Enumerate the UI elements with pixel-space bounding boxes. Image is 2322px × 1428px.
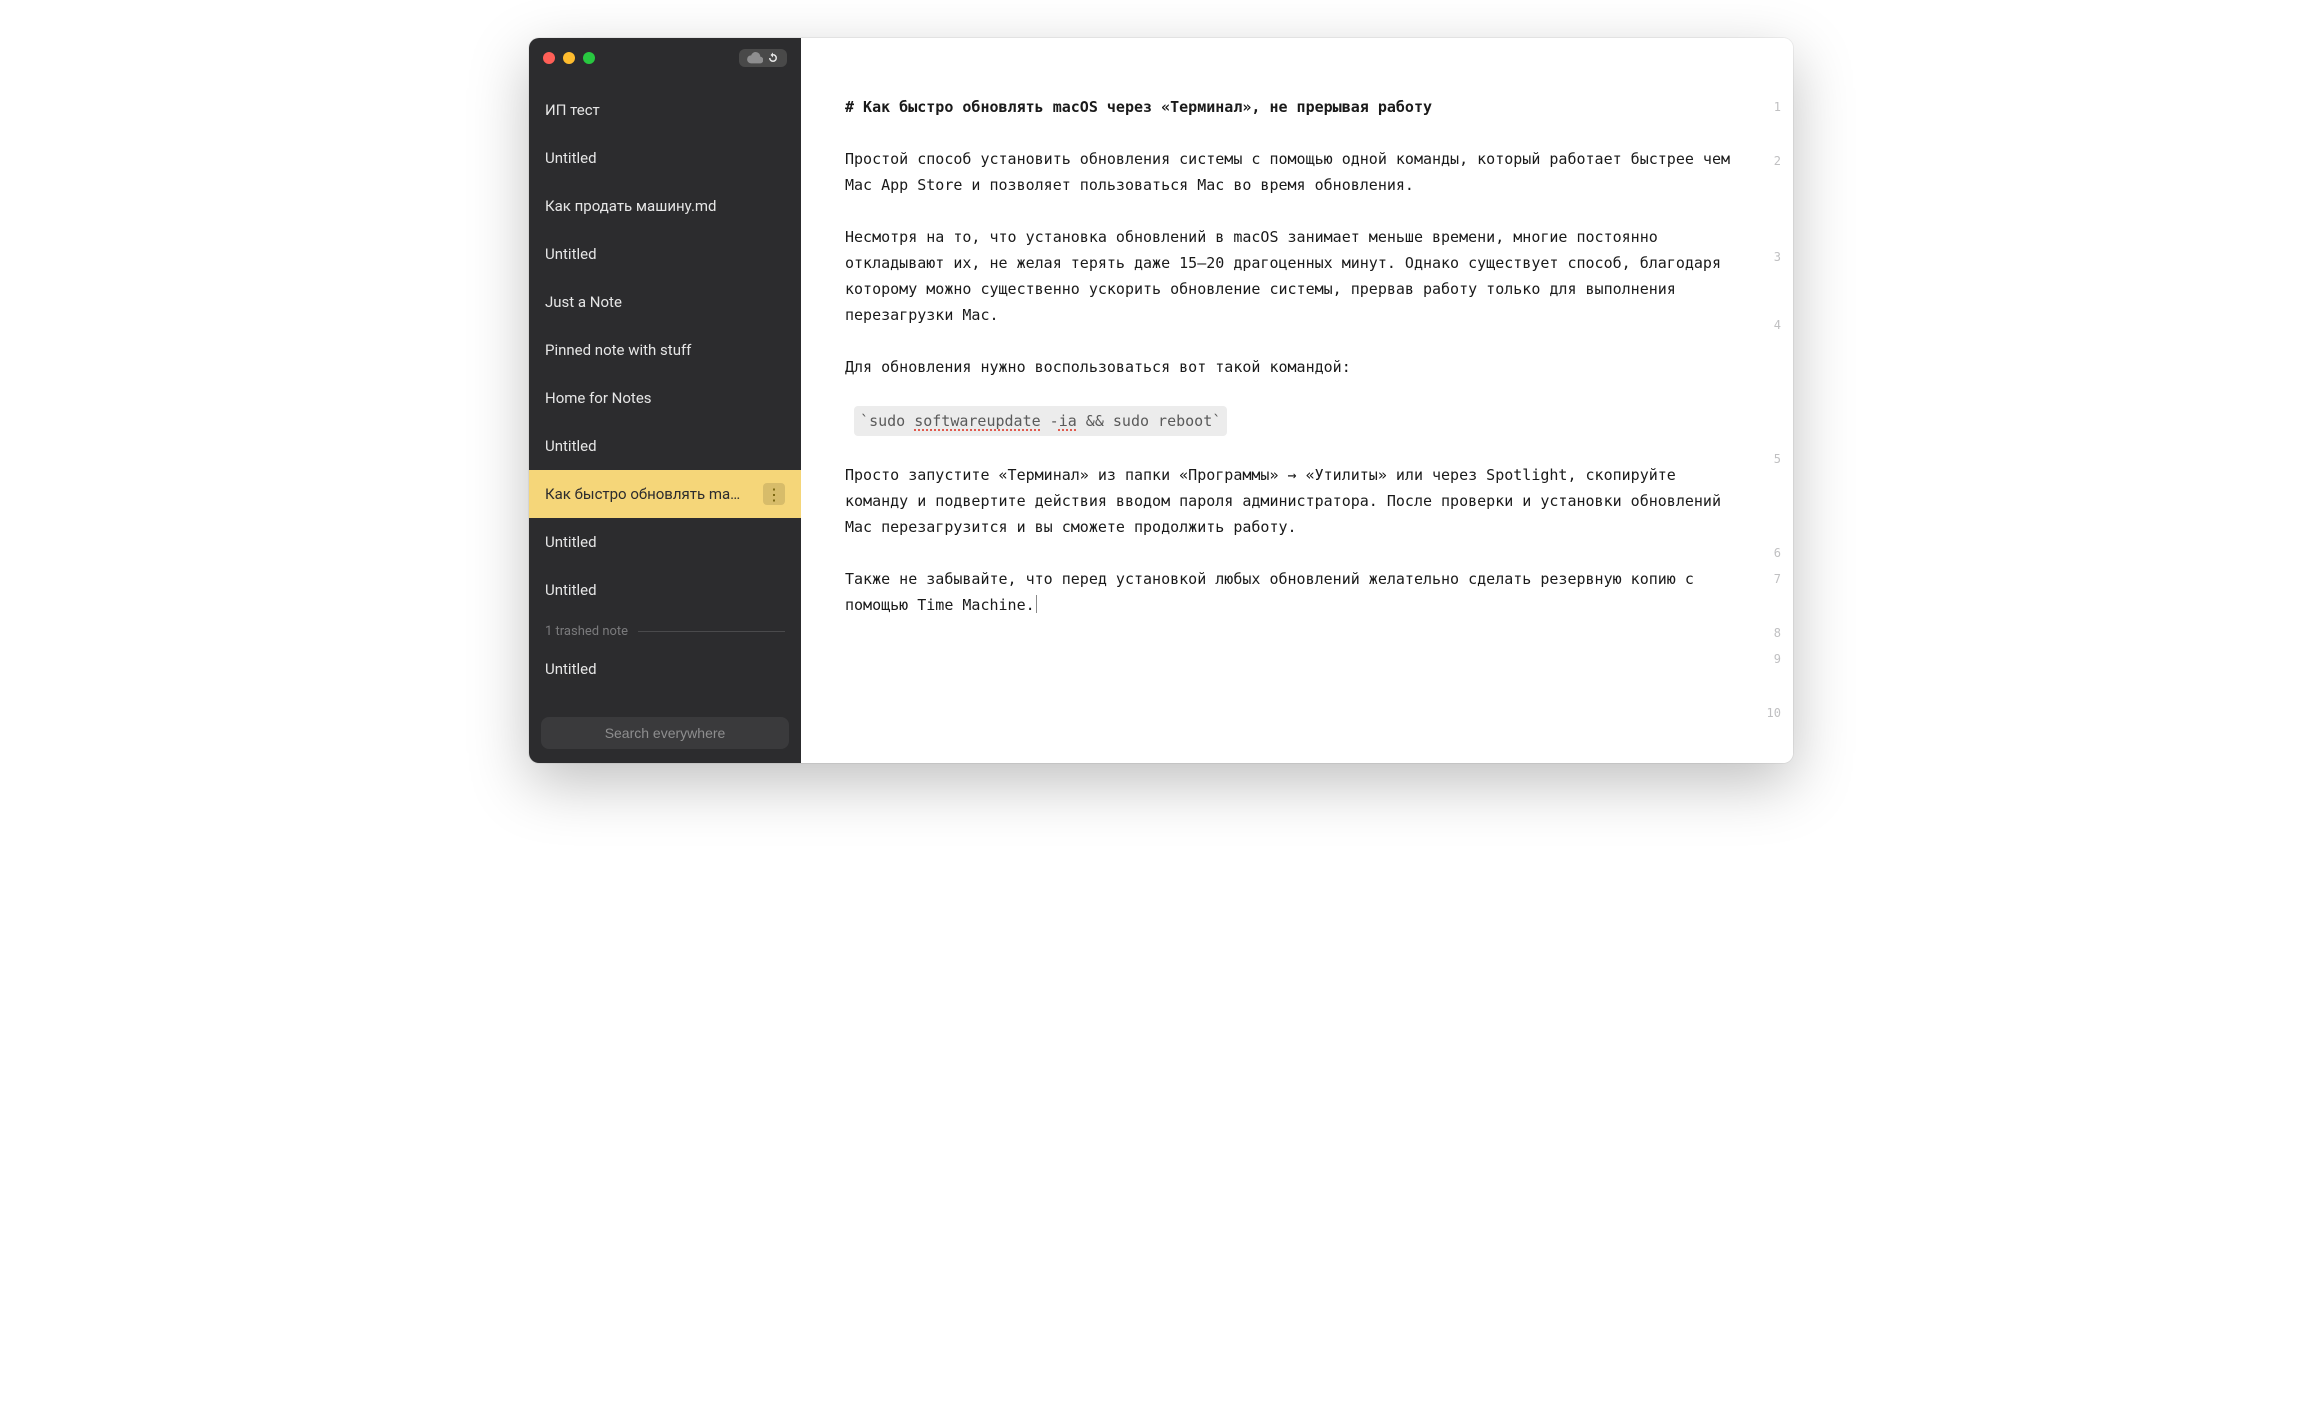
sync-status-button[interactable] <box>739 49 787 67</box>
paragraph[interactable]: Простой способ установить обновления сис… <box>845 146 1731 198</box>
note-item[interactable]: Untitled <box>529 518 801 566</box>
trashed-note-item[interactable]: Untitled <box>529 645 801 693</box>
note-item-title: Untitled <box>545 660 785 678</box>
more-vertical-icon: ⋮ <box>766 485 782 504</box>
trash-separator: 1 trashed note <box>529 614 801 645</box>
note-item-title: Как продать машину.md <box>545 197 785 215</box>
note-item[interactable]: Pinned note with stuff <box>529 326 801 374</box>
close-button[interactable] <box>543 52 555 64</box>
search-input[interactable] <box>541 725 789 741</box>
note-item-title: Untitled <box>545 245 785 263</box>
maximize-button[interactable] <box>583 52 595 64</box>
note-item[interactable]: Just a Note <box>529 278 801 326</box>
note-item-title: Untitled <box>545 149 785 167</box>
paragraph[interactable]: Также не забывайте, что перед установкой… <box>845 566 1731 618</box>
note-item-more-button[interactable]: ⋮ <box>763 483 785 505</box>
note-item-title: Home for Notes <box>545 389 785 407</box>
refresh-icon <box>767 52 779 64</box>
note-item-title: Pinned note with stuff <box>545 341 785 359</box>
code-line[interactable]: `sudo softwareupdate -ia && sudo reboot` <box>845 406 1731 436</box>
note-item[interactable]: Untitled <box>529 566 801 614</box>
note-item[interactable]: Как продать машину.md <box>529 182 801 230</box>
note-item[interactable]: Untitled <box>529 422 801 470</box>
cloud-icon <box>747 52 763 64</box>
note-item[interactable]: Как быстро обновлять ma… ⋮ <box>529 470 801 518</box>
text-cursor <box>1036 595 1037 613</box>
note-item-title: Untitled <box>545 437 785 455</box>
paragraph[interactable]: Просто запустите «Терминал» из папки «Пр… <box>845 462 1731 540</box>
editor-wrap: # Как быстро обновлять macOS через «Терм… <box>801 38 1793 763</box>
note-item-title: Untitled <box>545 581 785 599</box>
paragraph[interactable]: Несмотря на то, что установка обновлений… <box>845 224 1731 328</box>
note-list: ИП тест Untitled Как продать машину.md Unti… <box>529 78 801 707</box>
note-item[interactable]: Untitled <box>529 134 801 182</box>
app-window: ИП тест Untitled Как продать машину.md Unti… <box>529 38 1793 763</box>
heading-line[interactable]: # Как быстро обновлять macOS через «Терм… <box>845 94 1731 120</box>
sidebar: ИП тест Untitled Как продать машину.md Unti… <box>529 38 801 763</box>
search-bar <box>529 707 801 763</box>
note-item[interactable]: Home for Notes <box>529 374 801 422</box>
search-input-wrap[interactable] <box>541 717 789 749</box>
editor[interactable]: # Как быстро обновлять macOS через «Терм… <box>801 38 1793 763</box>
note-item[interactable]: Untitled <box>529 230 801 278</box>
note-item-title: Just a Note <box>545 293 785 311</box>
note-item-title: Untitled <box>545 533 785 551</box>
traffic-lights <box>543 52 595 64</box>
note-item[interactable]: ИП тест <box>529 86 801 134</box>
paragraph[interactable]: Для обновления нужно воспользоваться вот… <box>845 354 1731 380</box>
trash-label: 1 trashed note <box>545 624 628 639</box>
note-item-title: ИП тест <box>545 101 785 119</box>
minimize-button[interactable] <box>563 52 575 64</box>
titlebar <box>529 38 801 78</box>
note-item-title: Как быстро обновлять ma… <box>545 485 757 503</box>
